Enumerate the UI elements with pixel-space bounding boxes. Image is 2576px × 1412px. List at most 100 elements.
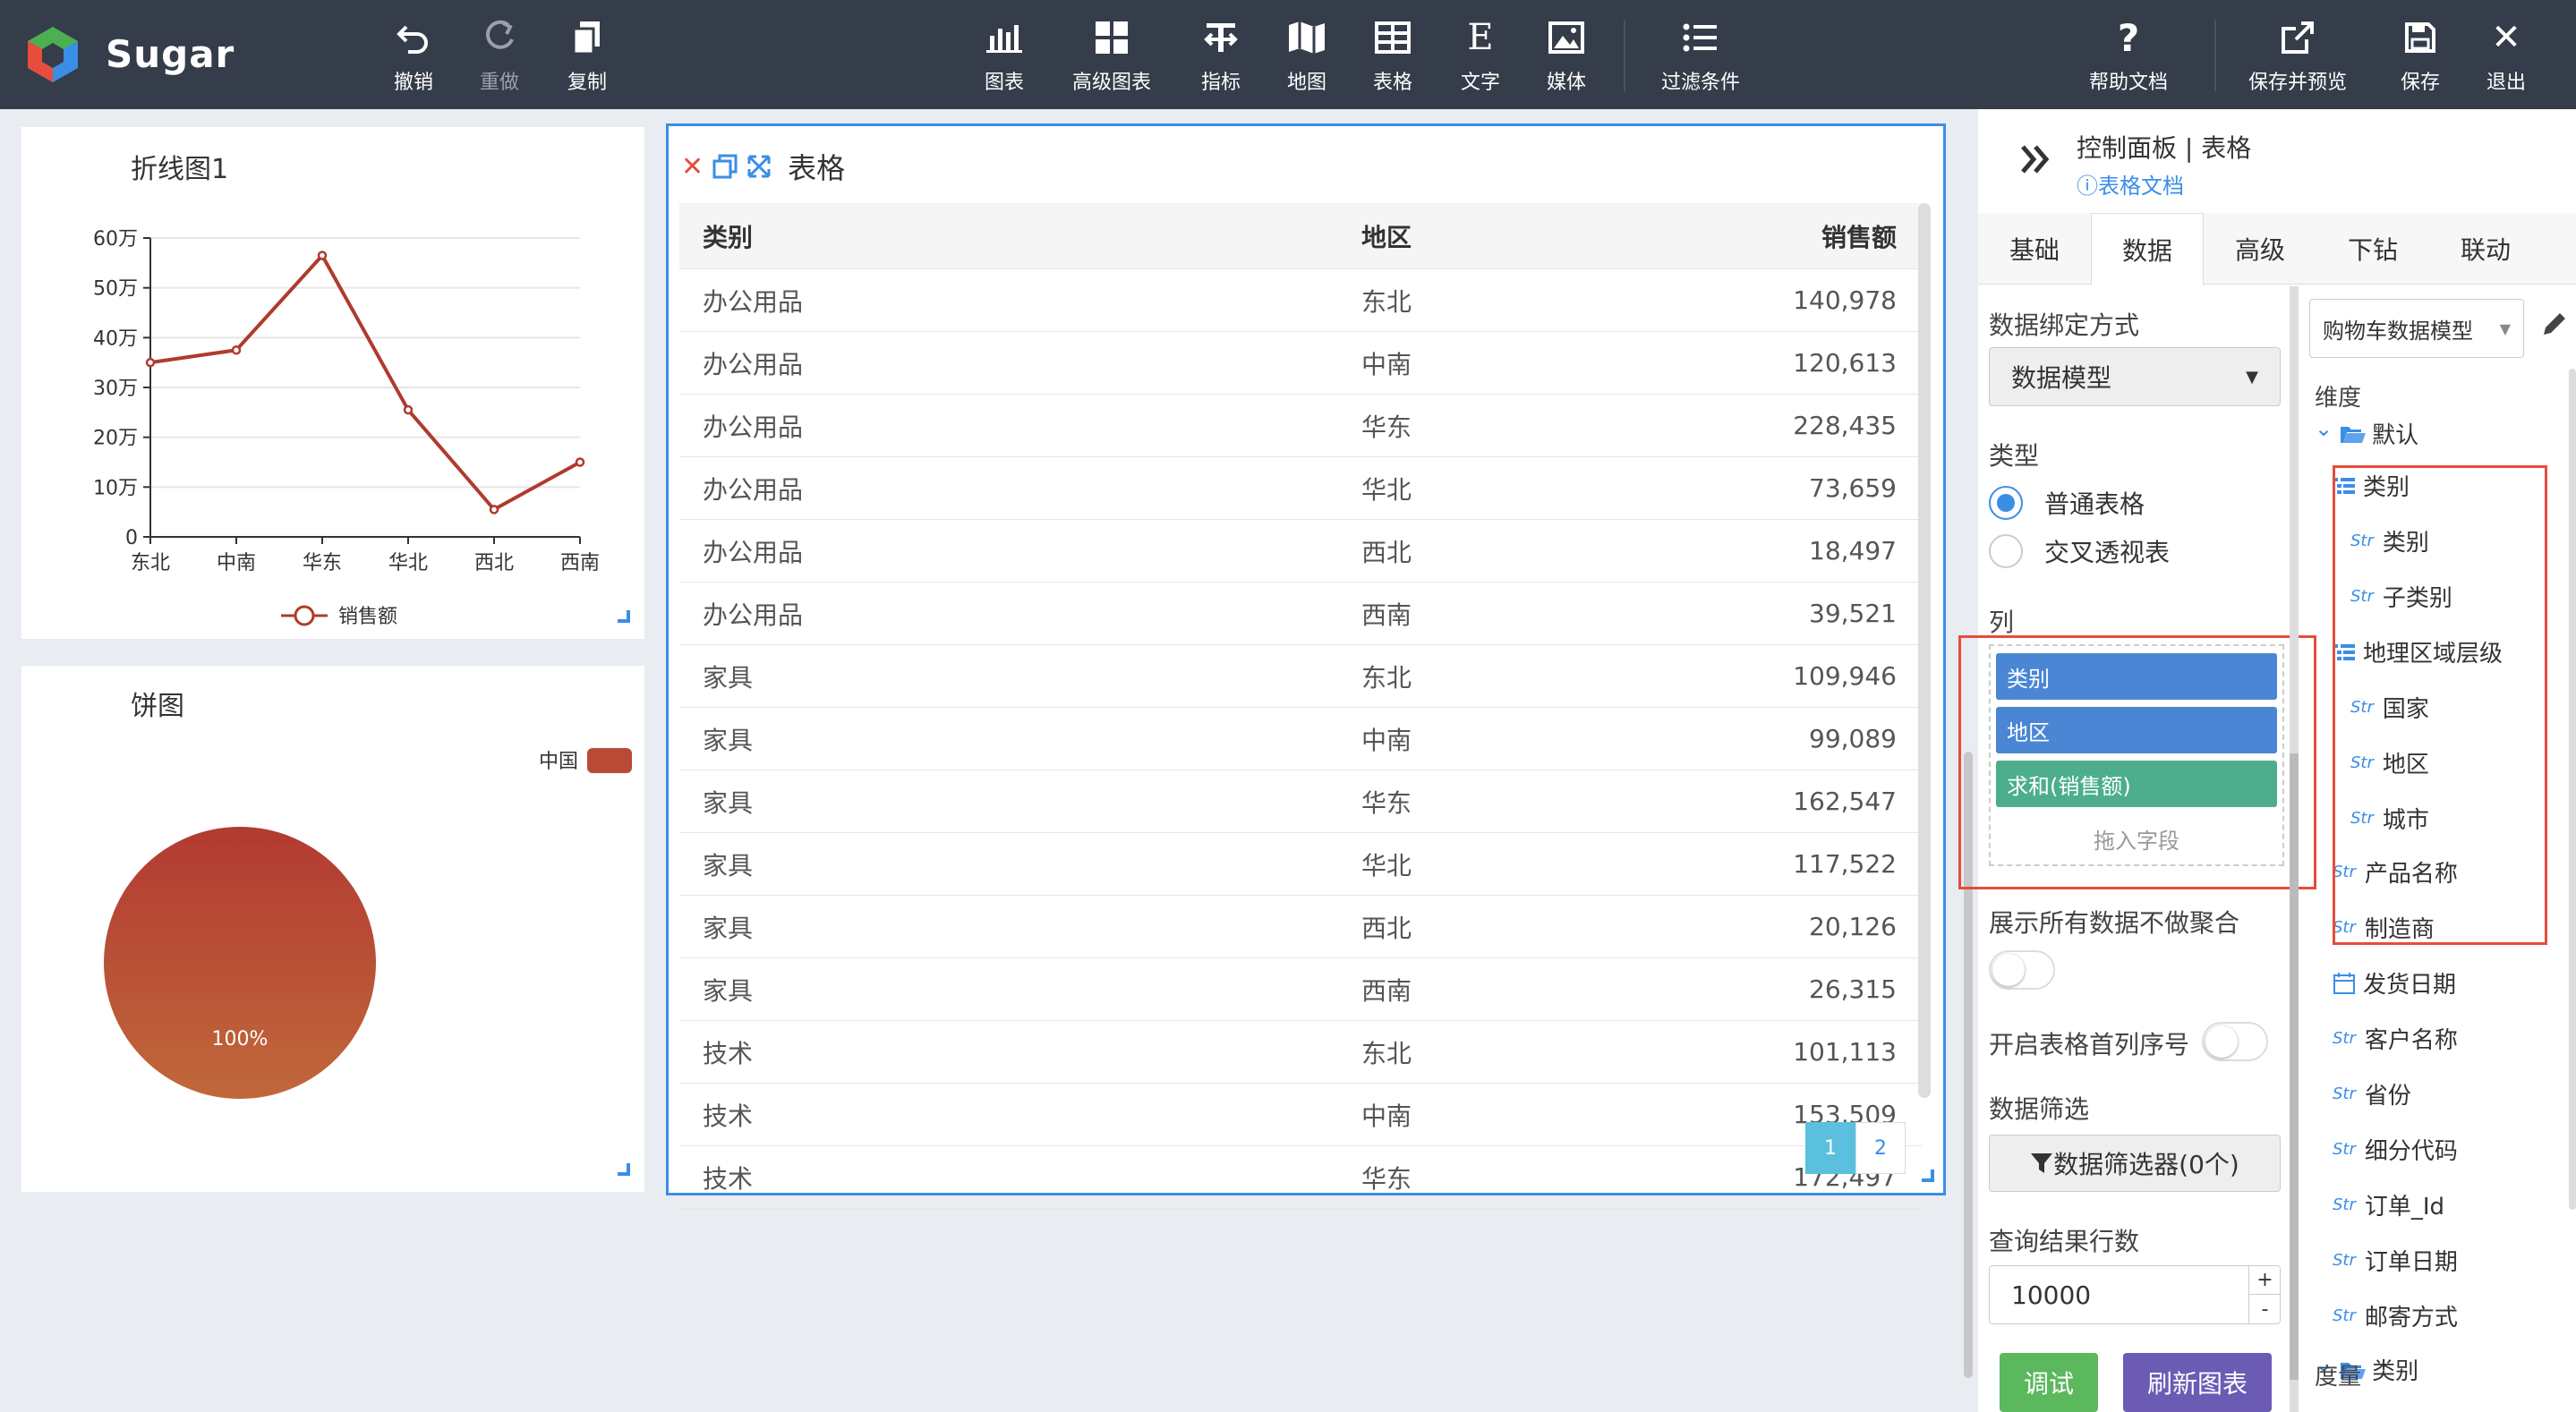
model-scrollbar[interactable] (2569, 369, 2576, 1210)
redo-button[interactable]: 重做 (480, 16, 519, 97)
cell-sales: 228,435 (1793, 411, 1897, 440)
resize-handle[interactable] (618, 1163, 630, 1176)
map-icon (1289, 21, 1325, 54)
resize-handle[interactable] (618, 610, 630, 623)
refresh-chart-button[interactable]: 刷新图表 (2123, 1353, 2272, 1412)
toolbar-divider (1624, 20, 1625, 91)
tree-item-str[interactable]: Str 订单_Id (2333, 1188, 2444, 1221)
table-row[interactable]: 家具 西南 26,315 (679, 958, 1922, 1021)
table-row[interactable]: 办公用品 东北 140,978 (679, 269, 1922, 332)
table-row[interactable]: 家具 华东 162,547 (679, 770, 1922, 833)
show-all-toggle[interactable] (1989, 950, 2055, 990)
expand-icon[interactable] (746, 154, 772, 179)
save-label: 保存 (2401, 72, 2441, 94)
table-scrollbar[interactable] (1918, 203, 1931, 1098)
string-type-icon: Str (2333, 1195, 2356, 1214)
duplicate-icon[interactable] (712, 154, 738, 179)
tree-item-str[interactable]: Str 客户名称 (2333, 1022, 2458, 1055)
tree-item-str[interactable]: Str 邮寄方式 (2333, 1299, 2458, 1332)
show-all-label: 展示所有数据不做聚合 (1989, 908, 2240, 938)
table-row[interactable]: 家具 西北 20,126 (679, 896, 1922, 958)
decrement-button[interactable]: - (2248, 1295, 2281, 1324)
undo-button[interactable]: 撤销 (394, 16, 433, 97)
radio-pivot-table[interactable]: 交叉透视表 (1989, 533, 2170, 569)
table-row[interactable]: 技术 华东 172,497 (679, 1146, 1922, 1209)
tab-basic[interactable]: 基础 (1978, 213, 2091, 285)
insert-text-button[interactable]: E 文字 (1461, 16, 1500, 97)
table-row[interactable]: 技术 中南 153,509 (679, 1084, 1922, 1146)
binding-select[interactable]: 数据模型 ▼ (1989, 347, 2281, 406)
column-header-category[interactable]: 类别 (679, 218, 1306, 254)
tree-item-folder[interactable]: ⌄ 默认 (2315, 416, 2418, 450)
tree-item-str[interactable]: Str 省份 (2333, 1077, 2411, 1110)
exit-label: 退出 (2486, 72, 2527, 94)
tree-item-str[interactable]: Str 订单日期 (2333, 1244, 2458, 1277)
help-doc-button[interactable]: ? 帮助文档 (2089, 16, 2168, 97)
column-chip-sum-sales[interactable]: 求和(销售额) (1996, 761, 2277, 807)
insert-indicator-button[interactable]: 指标 (1201, 16, 1241, 97)
debug-button[interactable]: 调试 (2000, 1353, 2098, 1412)
cell-region: 中南 (1361, 1101, 1412, 1131)
insert-media-button[interactable]: 媒体 (1547, 16, 1586, 97)
delete-icon[interactable]: ✕ (681, 151, 704, 183)
panel-scrollbar-thumb[interactable] (2290, 753, 2299, 1380)
copy-button[interactable]: 复制 (567, 16, 607, 97)
table-row[interactable]: 办公用品 华东 228,435 (679, 395, 1922, 457)
line-chart: 0 10万 20万 30万 40万 50万 60万东北 中南 华东 华北 西北 西南销售额 (93, 228, 600, 628)
tree-item-date[interactable]: 发货日期 (2333, 966, 2456, 999)
table-row[interactable]: 技术 东北 101,113 (679, 1021, 1922, 1084)
data-filter-button[interactable]: 数据筛选器(0个) (1989, 1135, 2281, 1192)
table-row[interactable]: 家具 东北 109,946 (679, 645, 1922, 708)
table-doc-link[interactable]: ⓘ表格文档 (2077, 168, 2184, 200)
exit-button[interactable]: ✕ 退出 (2486, 16, 2526, 97)
column-chip-category[interactable]: 类别 (1996, 653, 2277, 700)
column-header-region[interactable]: 地区 (1306, 218, 1467, 254)
table-row[interactable]: 办公用品 华北 73,659 (679, 457, 1922, 520)
filter-condition-button[interactable]: 过滤条件 (1661, 16, 1740, 97)
save-preview-button[interactable]: 保存并预览 (2248, 16, 2347, 97)
increment-button[interactable]: + (2248, 1265, 2281, 1295)
legend-swatch[interactable] (587, 748, 632, 773)
pie-slice[interactable] (104, 827, 376, 1099)
table-row[interactable]: 家具 华北 117,522 (679, 833, 1922, 896)
table-row[interactable]: 办公用品 西北 18,497 (679, 520, 1922, 583)
insert-advanced-chart-button[interactable]: 高级图表 (1072, 16, 1151, 97)
radio-indicator (1989, 486, 2023, 520)
resize-handle[interactable] (1922, 1170, 1934, 1182)
cell-category: 家具 (703, 975, 754, 1006)
tab-advanced[interactable]: 高级 (2204, 213, 2316, 285)
column-chip-region[interactable]: 地区 (1996, 707, 2277, 753)
sugar-logo-icon (28, 27, 78, 82)
index-column-toggle[interactable] (2202, 1022, 2268, 1061)
tree-item-label: 客户名称 (2364, 1027, 2458, 1054)
page-1-button[interactable]: 1 (1805, 1122, 1855, 1174)
string-type-icon: Str (2333, 1251, 2356, 1270)
chart-icon (986, 25, 1022, 53)
tab-data[interactable]: 数据 (2091, 213, 2204, 285)
column-header-sales[interactable]: 销售额 (1467, 218, 1922, 254)
chart-label: 图表 (985, 72, 1025, 94)
insert-table-button[interactable]: 表格 (1373, 16, 1412, 97)
insert-map-button[interactable]: 地图 (1287, 16, 1326, 97)
table-card[interactable]: ✕ 表格 类别 地区 销售额 办公用品 东北 140,978 办公用品 中南 120,61… (666, 123, 1946, 1209)
chevron-down-icon[interactable]: ⌄ (2315, 416, 2333, 441)
table-row[interactable]: 办公用品 中南 120,613 (679, 332, 1922, 395)
save-button[interactable]: 保存 (2401, 16, 2440, 97)
map-label: 地图 (1287, 72, 1327, 94)
string-type-icon: Str (2333, 1140, 2356, 1159)
page-2-button[interactable]: 2 (1855, 1122, 1906, 1174)
cell-category: 技术 (703, 1038, 754, 1068)
legend-marker (294, 605, 315, 626)
line-chart-card[interactable]: 折线图1 0 10万 20万 30万 40万 50万 60万 东北 中南 华东 华北 西北 西南 销售额 (21, 127, 644, 639)
radio-normal-table[interactable]: 普通表格 (1989, 485, 2145, 521)
insert-chart-button[interactable]: 图表 (985, 16, 1024, 97)
tree-item-str[interactable]: Str 细分代码 (2333, 1133, 2458, 1166)
row-limit-input[interactable]: 10000 (1989, 1265, 2281, 1324)
collapse-panel-icon[interactable] (2017, 141, 2053, 177)
columns-drop-zone[interactable]: 类别 地区 求和(销售额) 拖入字段 (1989, 644, 2284, 866)
table-row[interactable]: 办公用品 西南 39,521 (679, 583, 1922, 645)
pie-chart-card[interactable]: 饼图 100% 中国 (21, 666, 644, 1192)
cell-region: 华北 (1361, 474, 1412, 505)
cell-sales: 99,089 (1809, 724, 1897, 753)
table-row[interactable]: 家具 中南 99,089 (679, 708, 1922, 770)
